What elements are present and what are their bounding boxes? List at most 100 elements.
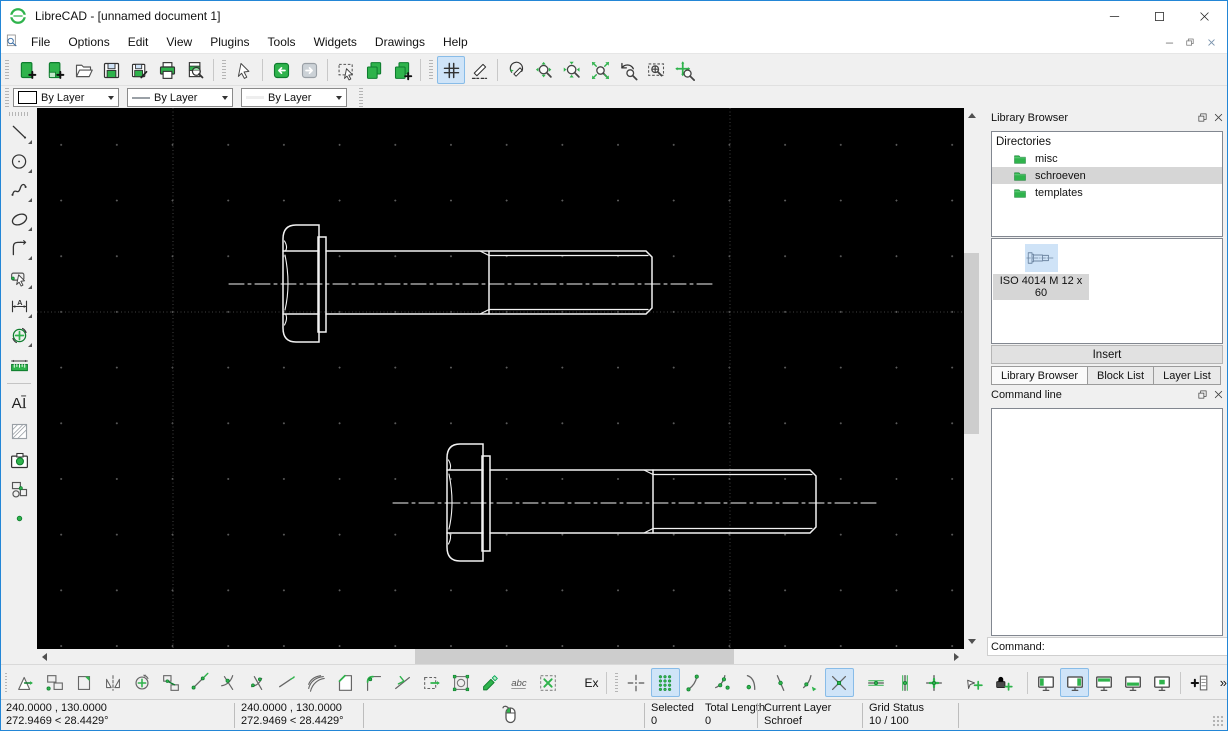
zoom-window-icon[interactable]	[642, 56, 670, 84]
modify-mirror-icon[interactable]	[98, 668, 127, 697]
restrict-nothing-icon[interactable]	[920, 668, 949, 697]
modify-properties-icon[interactable]	[446, 668, 475, 697]
directory-item-templates[interactable]: templates	[992, 184, 1222, 201]
dock-floating-icon[interactable]	[1147, 668, 1176, 697]
menu-options[interactable]: Options	[59, 32, 118, 52]
scroll-left-icon[interactable]	[37, 649, 52, 664]
scroll-right-icon[interactable]	[949, 649, 964, 664]
grid-toggle-icon[interactable]	[437, 56, 465, 84]
modify-move-rotate-icon[interactable]	[156, 668, 185, 697]
pen-linetype-select[interactable]: By Layer	[241, 88, 347, 107]
pen-width-select[interactable]: By Layer	[127, 88, 233, 107]
snap-intersection-icon[interactable]	[824, 668, 854, 697]
command-input[interactable]: Command:	[987, 637, 1227, 656]
restrict-vertical-icon[interactable]	[891, 668, 920, 697]
modify-trim-icon[interactable]	[214, 668, 243, 697]
zoom-auto-icon[interactable]	[586, 56, 614, 84]
measure-tool-icon[interactable]	[5, 351, 34, 378]
modify-stretch-icon[interactable]	[185, 668, 214, 697]
mdi-close-button[interactable]	[1201, 33, 1222, 51]
library-part-item[interactable]: ISO 4014 M 12 x 60	[993, 244, 1089, 300]
modify-divide-icon[interactable]	[388, 668, 417, 697]
select-tool-icon[interactable]	[5, 264, 34, 291]
toolbar-creator-icon[interactable]	[1185, 668, 1214, 697]
tab-block-list[interactable]: Block List	[1088, 366, 1155, 385]
menu-help[interactable]: Help	[434, 32, 477, 52]
vertical-scroll-thumb[interactable]	[964, 253, 979, 434]
toolbar-grip[interactable]	[615, 672, 618, 693]
paste-icon[interactable]	[388, 56, 416, 84]
snap-endpoint-icon[interactable]	[680, 668, 709, 697]
new-from-template-icon[interactable]	[41, 56, 69, 84]
zoom-pan-icon[interactable]	[670, 56, 698, 84]
set-relative-zero-icon[interactable]	[961, 668, 990, 697]
menu-drawings[interactable]: Drawings	[366, 32, 434, 52]
snap-grid-icon[interactable]	[650, 668, 680, 697]
tab-library-browser[interactable]: Library Browser	[991, 366, 1089, 385]
toolbar-overflow-chevron[interactable]: »	[1220, 675, 1227, 690]
directory-item-schroeven[interactable]: schroeven	[992, 167, 1222, 184]
directories-tree[interactable]: Directories misc schroeven templates	[991, 131, 1223, 237]
modify-revert-direction-icon[interactable]	[69, 668, 98, 697]
toolbar-grip[interactable]	[222, 60, 226, 80]
toolbar-grip[interactable]	[5, 60, 9, 80]
print-preview-icon[interactable]	[181, 56, 209, 84]
snap-distance-icon[interactable]	[796, 668, 825, 697]
dock-close-button[interactable]	[1213, 389, 1224, 400]
window-resize-grip[interactable]	[1212, 715, 1225, 728]
modify-offset-icon[interactable]	[301, 668, 330, 697]
line-tool-icon[interactable]	[5, 119, 34, 146]
spline-tool-icon[interactable]	[5, 177, 34, 204]
vertical-scrollbar[interactable]	[964, 108, 979, 649]
pen-color-select[interactable]: By Layer	[13, 88, 119, 107]
menu-edit[interactable]: Edit	[119, 32, 158, 52]
zoom-out-icon[interactable]	[558, 56, 586, 84]
mdi-restore-button[interactable]	[1180, 33, 1201, 51]
explode-label[interactable]: Ex	[584, 676, 598, 690]
modify-copy-icon[interactable]	[40, 668, 69, 697]
dock-close-button[interactable]	[1213, 112, 1224, 123]
redo-icon[interactable]	[295, 56, 323, 84]
point-tool-icon[interactable]	[5, 505, 34, 532]
new-document-icon[interactable]	[13, 56, 41, 84]
zoom-previous-icon[interactable]	[614, 56, 642, 84]
print-icon[interactable]	[153, 56, 181, 84]
hatch-tool-icon[interactable]	[5, 418, 34, 445]
menu-tools[interactable]: Tools	[259, 32, 305, 52]
toolbar-grip[interactable]	[5, 87, 9, 108]
modify-tool-icon[interactable]	[5, 322, 34, 349]
directory-item-misc[interactable]: misc	[992, 150, 1222, 167]
dock-right-icon[interactable]	[1060, 668, 1090, 697]
modify-move-icon[interactable]	[11, 668, 40, 697]
toolbar-grip[interactable]	[9, 112, 29, 116]
snap-entity-icon[interactable]	[709, 668, 738, 697]
menu-view[interactable]: View	[157, 32, 201, 52]
select-window-icon[interactable]	[332, 56, 360, 84]
ellipse-tool-icon[interactable]	[5, 206, 34, 233]
menu-file[interactable]: File	[22, 32, 59, 52]
scroll-down-icon[interactable]	[964, 634, 979, 649]
image-tool-icon[interactable]	[5, 447, 34, 474]
insert-button[interactable]: Insert	[991, 345, 1223, 364]
dimension-tool-icon[interactable]: A	[5, 293, 34, 320]
dock-top-icon[interactable]	[1089, 668, 1118, 697]
modify-edit-text-icon[interactable]: abc	[504, 668, 533, 697]
horizontal-scrollbar[interactable]	[37, 649, 964, 664]
snap-center-icon[interactable]	[738, 668, 767, 697]
dock-float-button[interactable]	[1197, 112, 1208, 123]
snap-middle-icon[interactable]	[767, 668, 796, 697]
lock-relative-zero-icon[interactable]	[990, 668, 1019, 697]
bolt-thumbnail-icon[interactable]	[1024, 244, 1058, 272]
save-icon[interactable]	[97, 56, 125, 84]
redraw-icon[interactable]	[502, 56, 530, 84]
modify-rotate-icon[interactable]	[127, 668, 156, 697]
modify-fillet-icon[interactable]	[359, 668, 388, 697]
close-button[interactable]	[1182, 1, 1227, 31]
scroll-up-icon[interactable]	[964, 108, 979, 123]
dock-bottom-icon[interactable]	[1118, 668, 1147, 697]
block-tool-icon[interactable]	[5, 476, 34, 503]
modify-explode-icon[interactable]	[417, 668, 446, 697]
toolbar-grip[interactable]	[359, 87, 363, 108]
circle-tool-icon[interactable]	[5, 148, 34, 175]
save-as-icon[interactable]	[125, 56, 153, 84]
